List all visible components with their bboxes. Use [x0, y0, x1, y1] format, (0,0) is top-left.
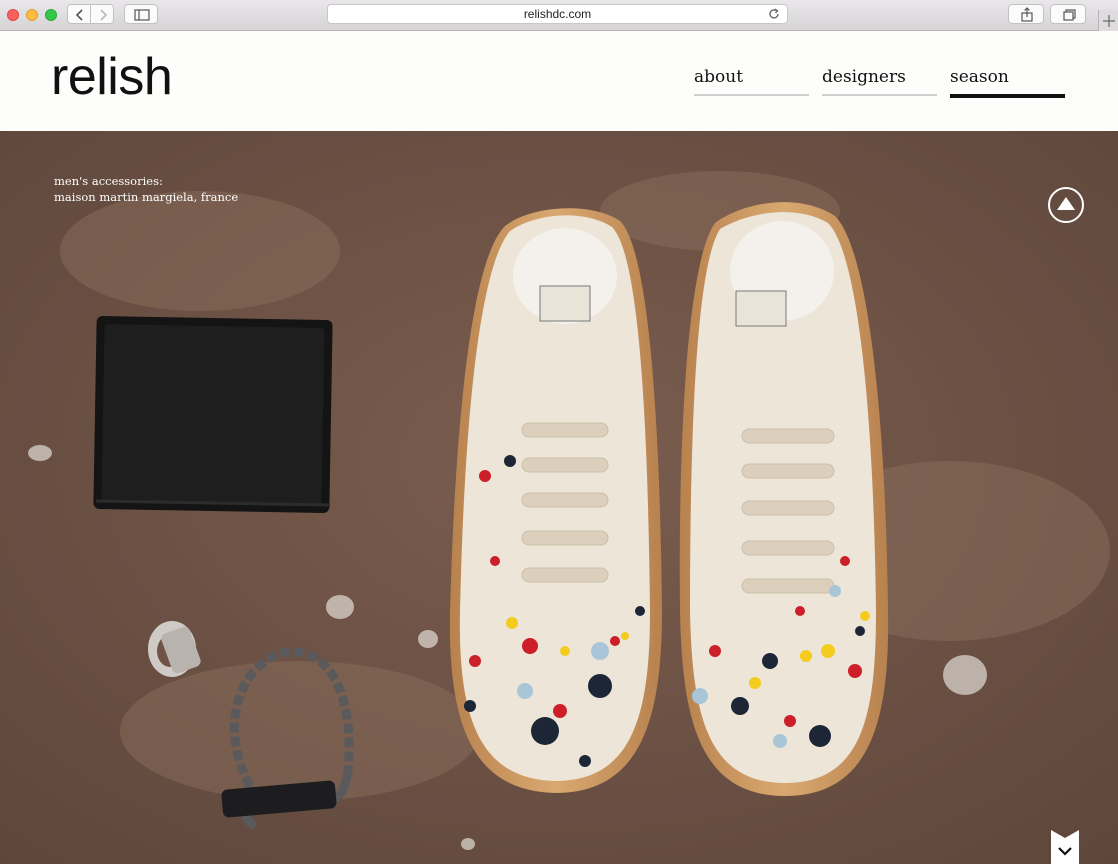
nav-underline-active: [950, 94, 1065, 98]
scroll-down-button[interactable]: [1051, 830, 1079, 864]
sneaker-left-image: [449, 208, 662, 793]
scroll-up-button[interactable]: [1048, 187, 1084, 223]
wallet-image: [93, 316, 333, 513]
browser-toolbar: relishdc.com: [0, 0, 1118, 31]
minimize-window-button[interactable]: [26, 9, 38, 21]
share-icon: [1021, 7, 1033, 22]
chevron-down-icon: [1051, 830, 1079, 864]
back-icon: [75, 9, 83, 21]
new-tab-icon: [1103, 15, 1115, 27]
close-window-button[interactable]: [7, 9, 19, 21]
show-tabs-button[interactable]: [1050, 4, 1086, 24]
sidebar-button[interactable]: [124, 4, 158, 24]
reload-icon[interactable]: [767, 7, 781, 21]
tabs-icon: [1063, 9, 1076, 21]
new-tab-button[interactable]: [1098, 10, 1118, 31]
url-text: relishdc.com: [523, 7, 592, 21]
caption-designer: maison martin margiela, france: [54, 190, 239, 204]
nav-about[interactable]: about: [694, 67, 809, 97]
product-photo: [0, 131, 1118, 864]
forward-icon: [100, 9, 108, 21]
nav-underline: [694, 94, 809, 96]
back-button[interactable]: [67, 4, 91, 24]
hero-photo: men's accessories: maison martin margiel…: [0, 131, 1118, 864]
zoom-window-button[interactable]: [45, 9, 57, 21]
sidebar-icon: [134, 9, 150, 21]
nav-underline: [822, 94, 937, 96]
nav-about-label: about: [694, 67, 744, 87]
site-header: relish about designers season: [0, 31, 1118, 131]
sneaker-right-image: [679, 202, 889, 796]
address-bar[interactable]: relishdc.com: [327, 4, 788, 24]
share-button[interactable]: [1008, 4, 1044, 24]
site-logo[interactable]: relish: [51, 47, 173, 107]
nav-designers[interactable]: designers: [822, 67, 937, 97]
forward-button[interactable]: [90, 4, 114, 24]
nav-designers-label: designers: [822, 67, 906, 87]
product-caption: men's accessories: maison martin margiel…: [54, 173, 238, 205]
caption-category: men's accessories:: [54, 174, 163, 188]
nav-season[interactable]: season: [950, 67, 1065, 98]
triangle-up-icon: [1057, 197, 1075, 210]
nav-season-label: season: [950, 67, 1009, 87]
